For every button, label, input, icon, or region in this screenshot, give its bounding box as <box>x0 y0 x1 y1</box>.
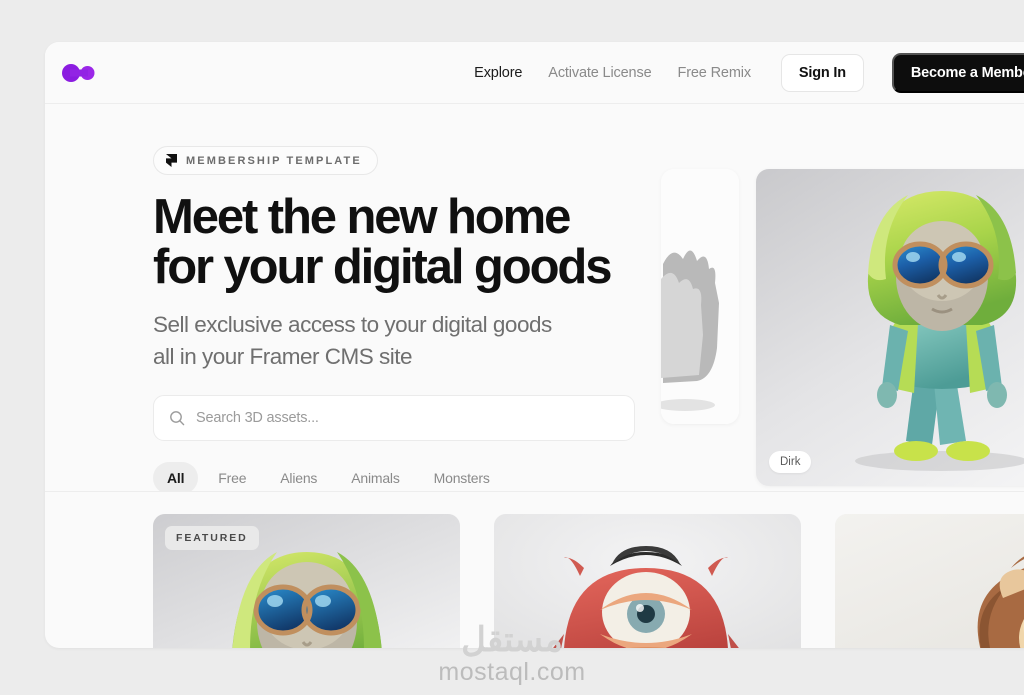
gray-creature-art <box>661 169 739 424</box>
carousel-card-previous[interactable] <box>661 169 739 424</box>
headline-line-1: Meet the new home <box>153 190 571 244</box>
hero-subtitle: Sell exclusive access to your digital go… <box>153 309 653 373</box>
lion-art <box>835 514 1024 648</box>
headline-line-2: for your digital goods <box>153 240 612 294</box>
search-icon <box>170 411 185 426</box>
search-bar[interactable]: Search 3D assets... <box>153 395 635 441</box>
nav-item-explore[interactable]: Explore <box>474 65 522 81</box>
featured-badge: FEATURED <box>165 526 259 550</box>
filter-chip-aliens[interactable]: Aliens <box>266 462 331 491</box>
become-a-member-button[interactable]: Become a Member <box>891 52 1024 93</box>
asset-card-alien[interactable]: FEATURED <box>153 514 460 648</box>
filter-chip-animals[interactable]: Animals <box>337 462 413 491</box>
sign-in-button[interactable]: Sign In <box>780 53 864 92</box>
nav-item-activate-license[interactable]: Activate License <box>548 65 651 81</box>
filter-chip-all[interactable]: All <box>153 462 199 491</box>
character-name-pill: Dirk <box>769 451 812 473</box>
membership-template-badge: MEMBERSHIP TEMPLATE <box>153 146 378 175</box>
asset-card-lion[interactable] <box>835 514 1024 648</box>
nav-item-free-remix[interactable]: Free Remix <box>677 65 751 81</box>
alien-character-art <box>756 169 1024 486</box>
framer-membership-logo-icon <box>62 63 95 82</box>
framer-icon <box>166 154 177 167</box>
subtitle-line-2: all in your Framer CMS site <box>153 344 413 369</box>
asset-card-monster[interactable] <box>494 514 801 648</box>
site-header: Explore Activate License Free Remix Sign… <box>45 42 1024 104</box>
carousel-card-active[interactable]: Dirk <box>756 169 1024 486</box>
search-input[interactable]: Search 3D assets... <box>196 410 319 426</box>
red-monster-art <box>494 514 801 648</box>
category-filters: All Free Aliens Animals Monsters <box>153 462 653 491</box>
badge-label: MEMBERSHIP TEMPLATE <box>186 154 362 167</box>
hero-section: MEMBERSHIP TEMPLATE Meet the new home fo… <box>45 104 1024 492</box>
subtitle-line-1: Sell exclusive access to your digital go… <box>153 312 552 337</box>
page-title: Meet the new home for your digital goods <box>153 192 653 292</box>
hero-copy: MEMBERSHIP TEMPLATE Meet the new home fo… <box>153 104 653 491</box>
main-nav: Explore Activate License Free Remix Sign… <box>474 52 1024 93</box>
filter-chip-monsters[interactable]: Monsters <box>420 462 504 491</box>
asset-grid: FEATURED <box>45 492 1024 648</box>
logo[interactable] <box>62 58 106 88</box>
screenshot-root: Explore Activate License Free Remix Sign… <box>0 0 1024 695</box>
filter-chip-free[interactable]: Free <box>204 462 260 491</box>
watermark-latin: mostaql.com <box>438 658 586 686</box>
app-window: Explore Activate License Free Remix Sign… <box>45 42 1024 648</box>
